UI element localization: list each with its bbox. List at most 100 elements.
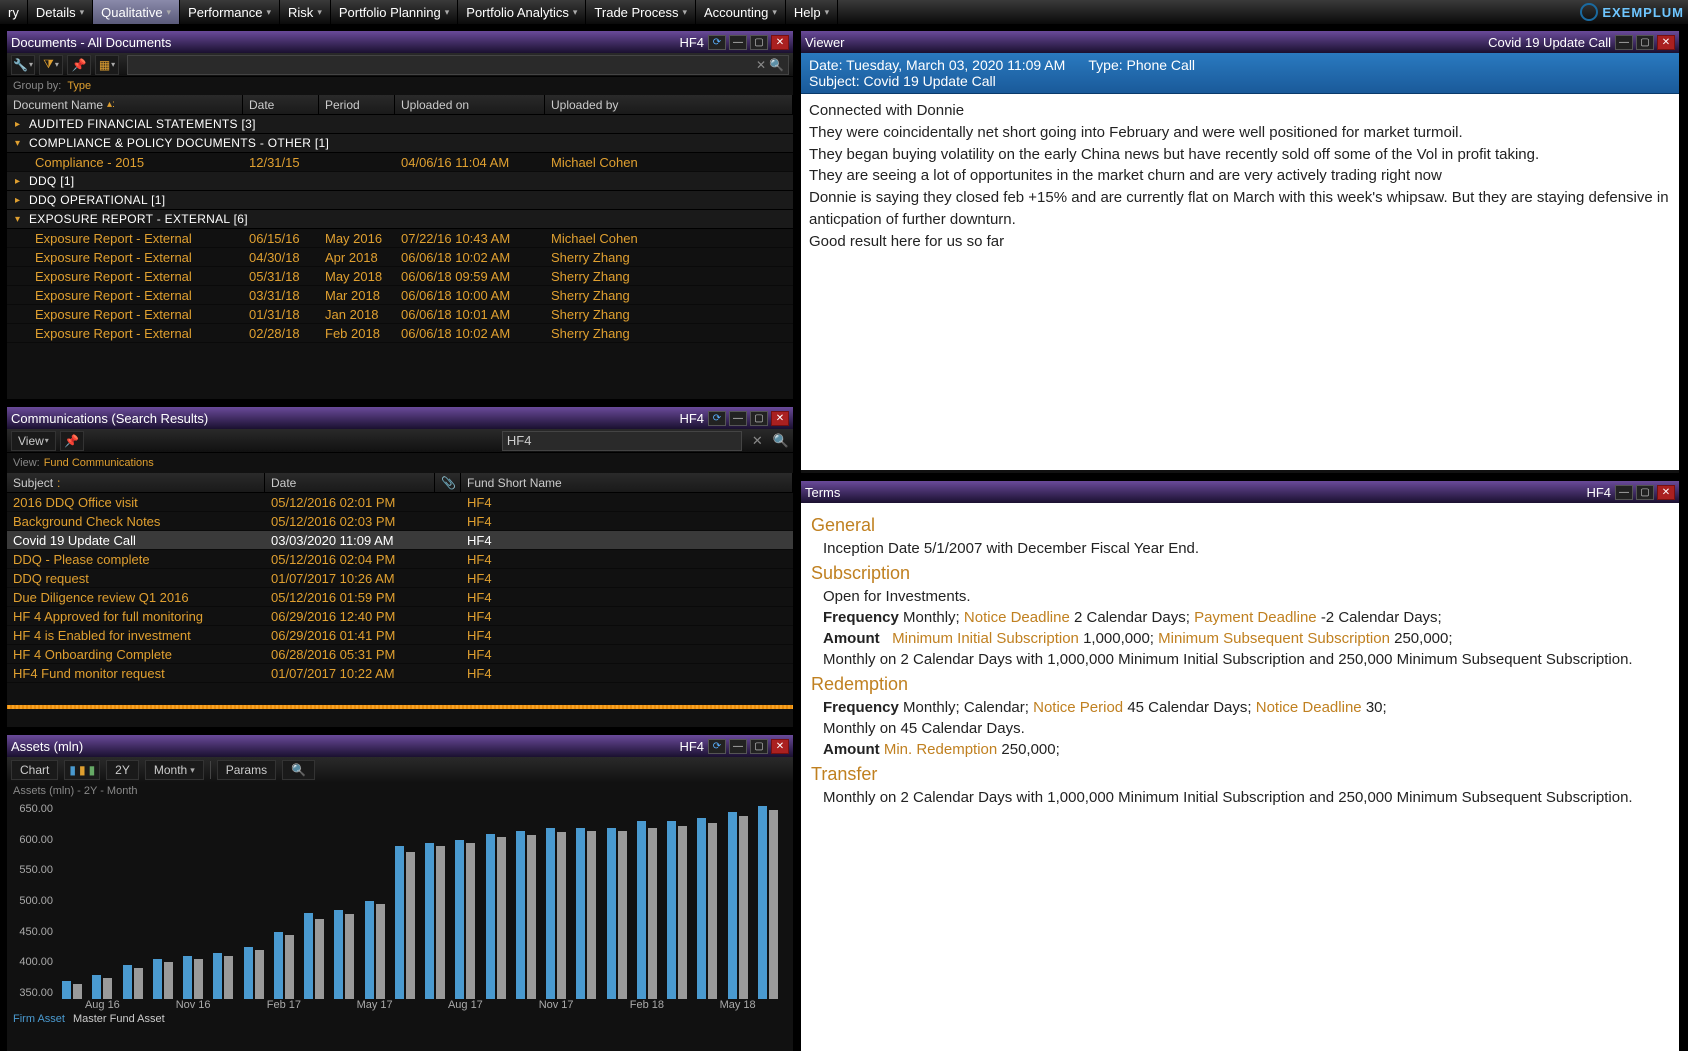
tool-filter-icon[interactable]: ⧩▾ [39, 55, 63, 75]
doc-row[interactable]: Compliance - 201512/31/1504/06/16 11:04 … [7, 153, 793, 172]
comm-row[interactable]: HF 4 Onboarding Complete06/28/2016 05:31… [7, 645, 793, 664]
communications-view-value[interactable]: Fund Communications [44, 457, 154, 469]
close-button[interactable]: ✕ [771, 411, 789, 426]
col-subject[interactable]: Subject: [7, 473, 265, 492]
menu-performance[interactable]: Performance▾ [180, 0, 280, 24]
viewer-line: They are seeing a lot of opportunites in… [809, 165, 1671, 187]
comm-row[interactable]: Due Diligence review Q1 201605/12/2016 0… [7, 588, 793, 607]
minimize-button[interactable]: — [729, 739, 747, 754]
params-button[interactable]: Params [217, 760, 276, 780]
documents-search-input[interactable]: ✕ 🔍 [127, 55, 789, 75]
terms-title: Terms [805, 485, 1586, 500]
comm-row[interactable]: HF4 Fund monitor request01/07/2017 10:22… [7, 664, 793, 683]
tool-pin-icon[interactable]: 📌 [67, 55, 91, 75]
col-date[interactable]: Date [265, 473, 435, 492]
bar-pair [118, 965, 148, 999]
terms-redemption-heading: Redemption [811, 674, 1669, 695]
col-period[interactable]: Period [319, 95, 395, 114]
maximize-button[interactable]: ▢ [750, 739, 768, 754]
comm-row[interactable]: Background Check Notes05/12/2016 02:03 P… [7, 512, 793, 531]
doc-row[interactable]: Exposure Report - External02/28/18Feb 20… [7, 324, 793, 343]
comm-row[interactable]: Covid 19 Update Call03/03/2020 11:09 AMH… [7, 531, 793, 550]
menu-trade-process[interactable]: Trade Process▾ [586, 0, 696, 24]
terms-red-line2: Monthly on 45 Calendar Days. [823, 720, 1669, 737]
chart-legend: Firm Asset Master Fund Asset [7, 1011, 793, 1027]
doc-row[interactable]: Exposure Report - External05/31/18May 20… [7, 267, 793, 286]
chart-bars-icon[interactable]: ▮▮▮ [64, 760, 100, 780]
bar [758, 806, 767, 999]
doc-group[interactable]: ▸DDQ [1] [7, 172, 793, 191]
groupby-label: Group by: [13, 80, 61, 92]
bar [315, 919, 324, 999]
minimize-button[interactable]: — [729, 35, 747, 50]
maximize-button[interactable]: ▢ [1636, 35, 1654, 50]
close-button[interactable]: ✕ [1657, 35, 1675, 50]
range-2y-button[interactable]: 2Y [106, 760, 139, 780]
minimize-button[interactable]: — [729, 411, 747, 426]
menu-risk[interactable]: Risk▾ [280, 0, 331, 24]
menu-portfolio-analytics[interactable]: Portfolio Analytics▾ [458, 0, 586, 24]
documents-panel: Documents - All Documents HF4 ⟳ — ▢ ✕ 🔧▾… [6, 30, 794, 400]
minimize-button[interactable]: — [1615, 35, 1633, 50]
doc-group[interactable]: ▸DDQ Operational [1] [7, 191, 793, 210]
view-button[interactable]: View▾ [11, 431, 56, 451]
col-attachment-icon[interactable]: 📎 [435, 473, 461, 492]
doc-group[interactable]: ▾Exposure Report - External [6] [7, 210, 793, 229]
period-month-button[interactable]: Month▾ [145, 760, 204, 780]
comm-row[interactable]: 2016 DDQ Office visit05/12/2016 02:01 PM… [7, 493, 793, 512]
menu-accounting[interactable]: Accounting▾ [696, 0, 786, 24]
comm-row[interactable]: DDQ request01/07/2017 10:26 AMHF4 [7, 569, 793, 588]
col-document-name[interactable]: Document Name▴: [7, 95, 243, 114]
col-uploaded-on[interactable]: Uploaded on [395, 95, 545, 114]
communications-filter-input[interactable]: HF4 [502, 431, 742, 451]
col-fund-short-name[interactable]: Fund Short Name [461, 473, 793, 492]
close-button[interactable]: ✕ [1657, 485, 1675, 500]
doc-row[interactable]: Exposure Report - External03/31/18Mar 20… [7, 286, 793, 305]
maximize-button[interactable]: ▢ [750, 35, 768, 50]
refresh-button[interactable]: ⟳ [708, 411, 726, 426]
refresh-button[interactable]: ⟳ [708, 35, 726, 50]
ytick: 450.00 [9, 926, 53, 938]
comm-row[interactable]: HF 4 is Enabled for investment06/29/2016… [7, 626, 793, 645]
close-button[interactable]: ✕ [771, 739, 789, 754]
ytick: 550.00 [9, 864, 53, 876]
comm-row[interactable]: HF 4 Approved for full monitoring06/29/2… [7, 607, 793, 626]
menu-portfolio-planning[interactable]: Portfolio Planning▾ [331, 0, 458, 24]
refresh-button[interactable]: ⟳ [708, 739, 726, 754]
menu-ry[interactable]: ry [0, 0, 28, 24]
col-date[interactable]: Date [243, 95, 319, 114]
bar [183, 956, 192, 999]
doc-row[interactable]: Exposure Report - External01/31/18Jan 20… [7, 305, 793, 324]
clear-icon[interactable]: ✕ [752, 433, 763, 449]
magnify-icon[interactable]: 🔍 [282, 760, 315, 780]
menu-details[interactable]: Details▾ [28, 0, 93, 24]
close-button[interactable]: ✕ [771, 35, 789, 50]
tool-pin-icon[interactable]: 📌 [60, 431, 84, 451]
chart-mode-button[interactable]: Chart [11, 760, 58, 780]
bar-pair [632, 821, 662, 999]
search-icon[interactable]: 🔍 [773, 433, 789, 449]
menu-help[interactable]: Help▾ [786, 0, 838, 24]
doc-group[interactable]: ▾Compliance & Policy Documents - Other [… [7, 134, 793, 153]
bar [697, 818, 706, 999]
bar-pair [723, 812, 753, 999]
clear-icon[interactable]: ✕ [756, 58, 766, 72]
search-icon[interactable]: 🔍 [769, 58, 784, 72]
groupby-value[interactable]: Type [67, 80, 91, 92]
menu-qualitative[interactable]: Qualitative▾ [93, 0, 180, 24]
maximize-button[interactable]: ▢ [750, 411, 768, 426]
doc-row[interactable]: Exposure Report - External04/30/18Apr 20… [7, 248, 793, 267]
tool-grid-icon[interactable]: ▦▾ [95, 55, 119, 75]
maximize-button[interactable]: ▢ [1636, 485, 1654, 500]
sort-asc-icon: ▴: [107, 99, 115, 110]
doc-row[interactable]: Exposure Report - External06/15/16May 20… [7, 229, 793, 248]
bar [739, 816, 748, 999]
minimize-button[interactable]: — [1615, 485, 1633, 500]
bar-pair [239, 947, 269, 999]
tool-wrench-icon[interactable]: 🔧▾ [11, 55, 35, 75]
doc-group[interactable]: ▸Audited Financial Statements [3] [7, 115, 793, 134]
col-uploaded-by[interactable]: Uploaded by [545, 95, 793, 114]
comm-row[interactable]: DDQ - Please complete05/12/2016 02:04 PM… [7, 550, 793, 569]
bar [194, 959, 203, 999]
ytick: 350.00 [9, 987, 53, 999]
